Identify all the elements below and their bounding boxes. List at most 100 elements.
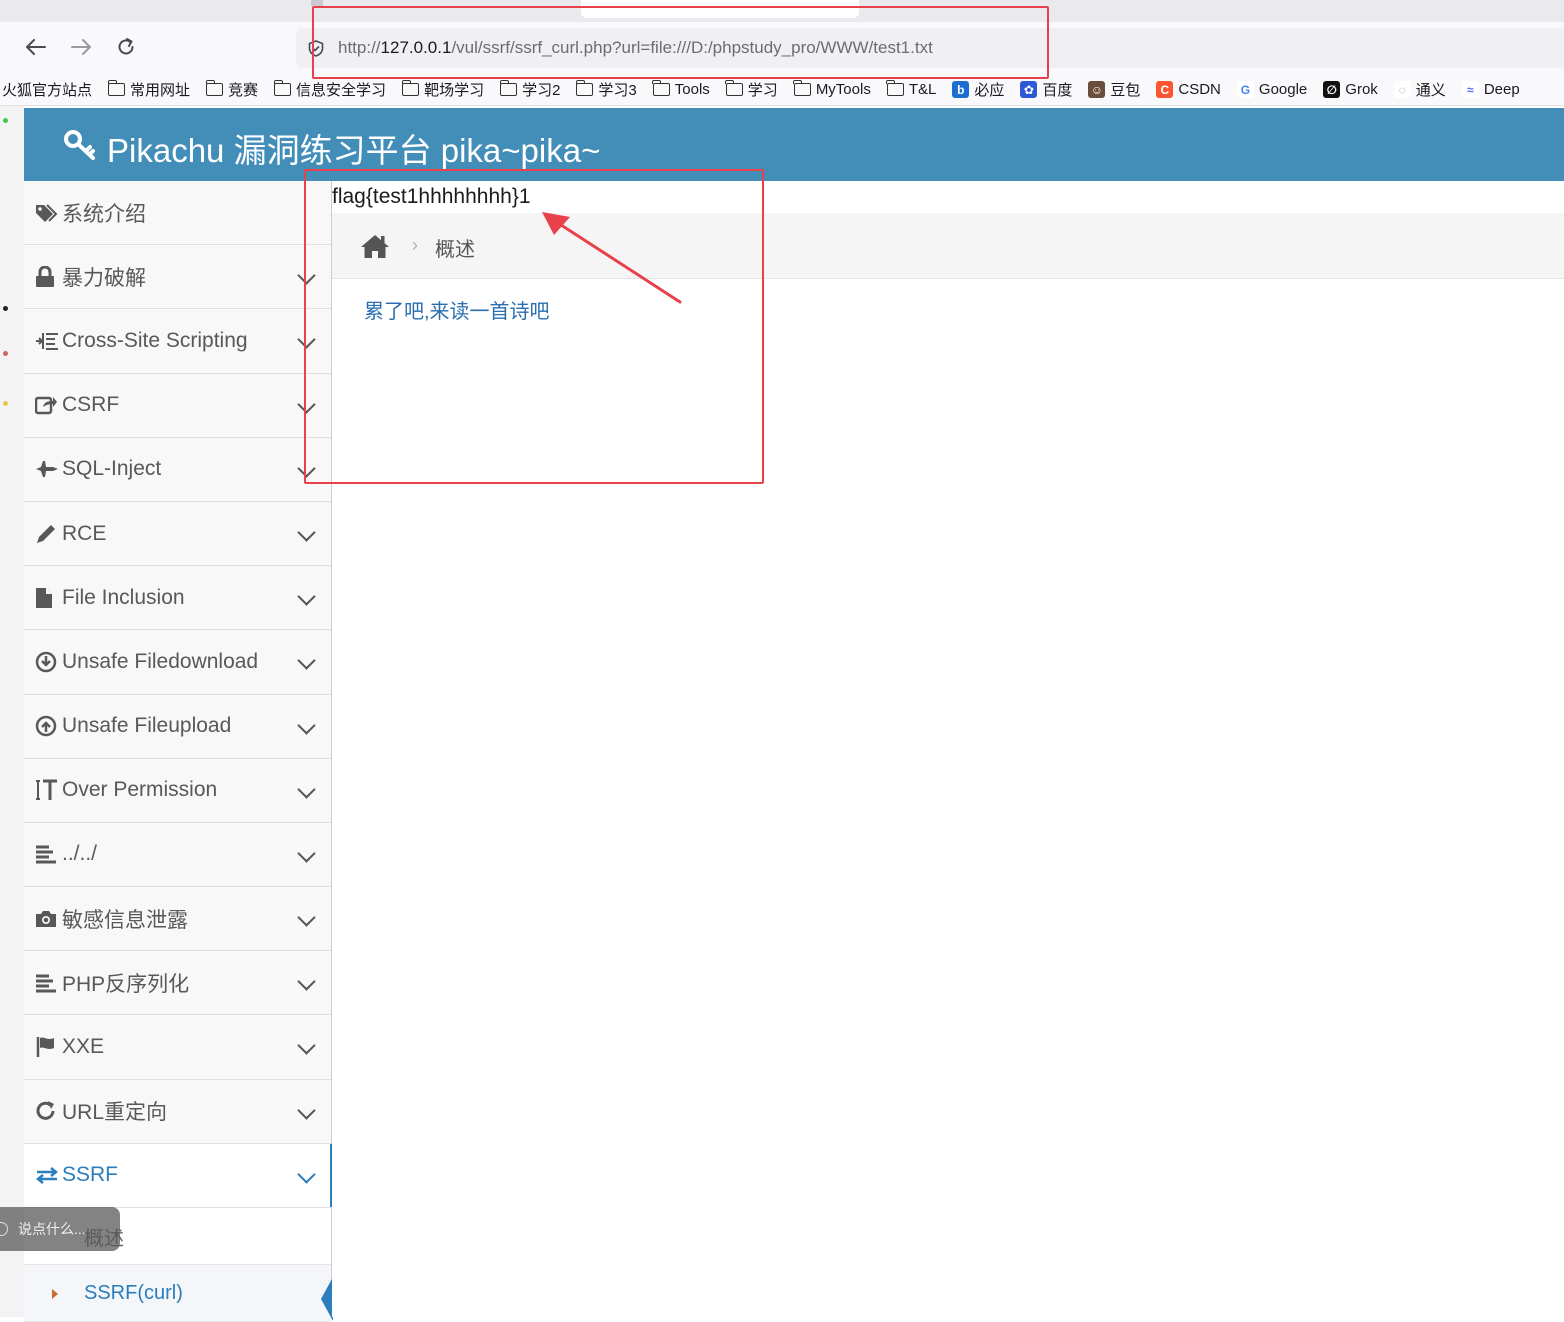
sidebar-item[interactable]: RCE xyxy=(24,501,331,567)
chevron-down-icon xyxy=(297,266,316,285)
bookmark-label: 学习2 xyxy=(522,82,561,99)
tags-glyph xyxy=(36,203,58,222)
bookmark-item[interactable]: 靶场学习 xyxy=(401,79,484,100)
sidebar-item[interactable]: URL重定向 xyxy=(24,1079,331,1144)
google-icon: G xyxy=(1236,81,1254,98)
bookmark-item[interactable]: C CSDN xyxy=(1156,81,1221,98)
sidebar-item[interactable]: SQL-Inject xyxy=(24,437,331,502)
chevron-down-icon xyxy=(297,1165,316,1184)
sidebar-item[interactable]: 暴力破解 xyxy=(24,245,331,310)
sidebar-item[interactable]: PHP反序列化 xyxy=(24,951,331,1016)
folder-icon xyxy=(652,80,670,96)
baidu-icon: ✿ xyxy=(1020,81,1038,98)
sidebar-item[interactable]: ../../ xyxy=(24,822,331,888)
sidebar-item[interactable]: Unsafe Filedownload xyxy=(24,630,331,695)
chevron-down-icon xyxy=(297,394,316,414)
bookmark-label: 常用网址 xyxy=(130,82,191,99)
active-tab[interactable] xyxy=(581,0,859,18)
align-left-icon xyxy=(35,843,59,865)
sidebar-item[interactable]: 敏感信息泄露 xyxy=(24,887,331,952)
bookmark-item[interactable]: ◌ 通义 xyxy=(1393,79,1446,100)
sidebar-item[interactable]: 系统介绍 xyxy=(24,181,331,246)
chevron-down-icon xyxy=(297,523,316,542)
bookmark-item[interactable]: T&L xyxy=(886,80,936,98)
folder-icon xyxy=(793,80,811,96)
sidebar-item-label: File Inclusion xyxy=(62,585,185,609)
sidebar-item[interactable]: Unsafe Fileupload xyxy=(24,694,331,759)
bookmark-label: 学习 xyxy=(747,82,778,99)
bookmark-label: CSDN xyxy=(1178,81,1221,98)
bookmark-item[interactable]: Tools xyxy=(652,80,710,98)
bookmark-item[interactable]: 竞赛 xyxy=(205,79,258,100)
poem-link[interactable]: 累了吧,来读一首诗吧 xyxy=(364,295,550,324)
indent-glyph xyxy=(36,332,58,350)
chevron-down-icon xyxy=(297,844,316,863)
align-left-glyph xyxy=(36,845,56,864)
chat-input[interactable]: 说点什么... xyxy=(0,1207,120,1251)
reload-button[interactable] xyxy=(111,32,141,62)
bookmark-item[interactable]: b 必应 xyxy=(952,79,1004,100)
bookmark-item[interactable]: ∅ Grok xyxy=(1323,81,1378,98)
home-icon[interactable] xyxy=(360,233,390,259)
sidebar-item-label: RCE xyxy=(62,521,107,545)
main-content: flag{test1hhhhhhhh}1 › 概述 累了吧,来读一首诗吧 xyxy=(332,181,1564,1317)
bookmark-item[interactable]: 常用网址 xyxy=(107,79,191,100)
grok-icon: ∅ xyxy=(1323,81,1341,98)
url-text[interactable]: http://127.0.0.1/vul/ssrf/ssrf_curl.php?… xyxy=(338,38,933,58)
file-icon xyxy=(35,587,59,609)
repeat-icon xyxy=(35,1100,59,1122)
sidebar-item-label: Unsafe Fileupload xyxy=(62,714,232,738)
file-glyph xyxy=(36,587,52,608)
bookmark-label: Grok xyxy=(1345,81,1378,98)
sidebar-item[interactable]: CSRF xyxy=(24,373,331,438)
align-left-icon xyxy=(35,972,59,994)
address-bar[interactable]: http://127.0.0.1/vul/ssrf/ssrf_curl.php?… xyxy=(296,28,1564,68)
bookmark-item[interactable]: ☺ 豆包 xyxy=(1088,79,1140,100)
browser-toolbar: http://127.0.0.1/vul/ssrf/ssrf_curl.php?… xyxy=(0,22,1564,74)
bookmark-item[interactable]: ≈ Deep xyxy=(1461,81,1520,98)
bookmark-item[interactable]: 信息安全学习 xyxy=(273,79,386,100)
indent-icon xyxy=(35,330,59,352)
download-circle-icon xyxy=(35,651,59,673)
sidebar-item-label: CSRF xyxy=(62,393,120,417)
sidebar-subitem[interactable]: SSRF(curl) xyxy=(24,1265,333,1322)
pencil-icon xyxy=(35,523,59,545)
bookmark-label: 通义 xyxy=(1415,82,1446,99)
caret-right-icon xyxy=(52,1289,58,1299)
forward-button[interactable] xyxy=(66,32,96,62)
sidebar-item[interactable]: Cross-Site Scripting xyxy=(24,309,331,374)
bookmark-item[interactable]: 学习3 xyxy=(575,79,637,100)
upload-circle-icon xyxy=(35,715,59,737)
tags-icon xyxy=(35,202,59,224)
camera-icon xyxy=(35,908,59,930)
fighter-jet-icon xyxy=(35,458,59,480)
bookmark-item[interactable]: 学习2 xyxy=(499,79,561,100)
chevron-down-icon xyxy=(297,459,316,478)
bookmark-label: Tools xyxy=(674,81,710,98)
sidebar-item[interactable]: Over Permission xyxy=(24,758,331,823)
folder-icon xyxy=(107,80,126,96)
left-edge-strip xyxy=(0,106,24,1317)
sidebar: 系统介绍 暴力破解 Cross-Site Scripting CSRF SQL-Inje… xyxy=(24,181,333,1322)
bookmark-item[interactable]: ✿ 百度 xyxy=(1020,79,1072,100)
site-title[interactable]: Pikachu 漏洞练习平台 pika~pika~ xyxy=(107,124,600,172)
tab-favicon-stub xyxy=(311,0,323,6)
bookmark-item[interactable]: 学习 xyxy=(725,79,778,100)
sidebar-subitem-label: SSRF(curl) xyxy=(84,1281,183,1304)
share-glyph xyxy=(35,396,57,415)
folder-icon xyxy=(725,80,743,96)
folder-icon xyxy=(273,80,292,96)
sidebar-item[interactable]: SSRF xyxy=(24,1143,332,1208)
share-icon xyxy=(35,394,59,416)
back-button[interactable] xyxy=(21,32,51,62)
bookmark-label: Deep xyxy=(1483,81,1520,98)
chevron-down-icon xyxy=(297,1100,316,1120)
sidebar-item[interactable]: File Inclusion xyxy=(24,566,331,631)
bookmark-item[interactable]: MyTools xyxy=(793,80,871,98)
bookmark-item[interactable]: G Google xyxy=(1236,81,1307,98)
chat-placeholder: 说点什么... xyxy=(18,1221,86,1237)
pencil-glyph xyxy=(37,524,55,543)
bookmark-label: 火狐官方站点 xyxy=(2,82,93,99)
sidebar-item[interactable]: XXE xyxy=(24,1015,331,1080)
bookmark-item[interactable]: 火狐官方站点 xyxy=(2,79,92,100)
